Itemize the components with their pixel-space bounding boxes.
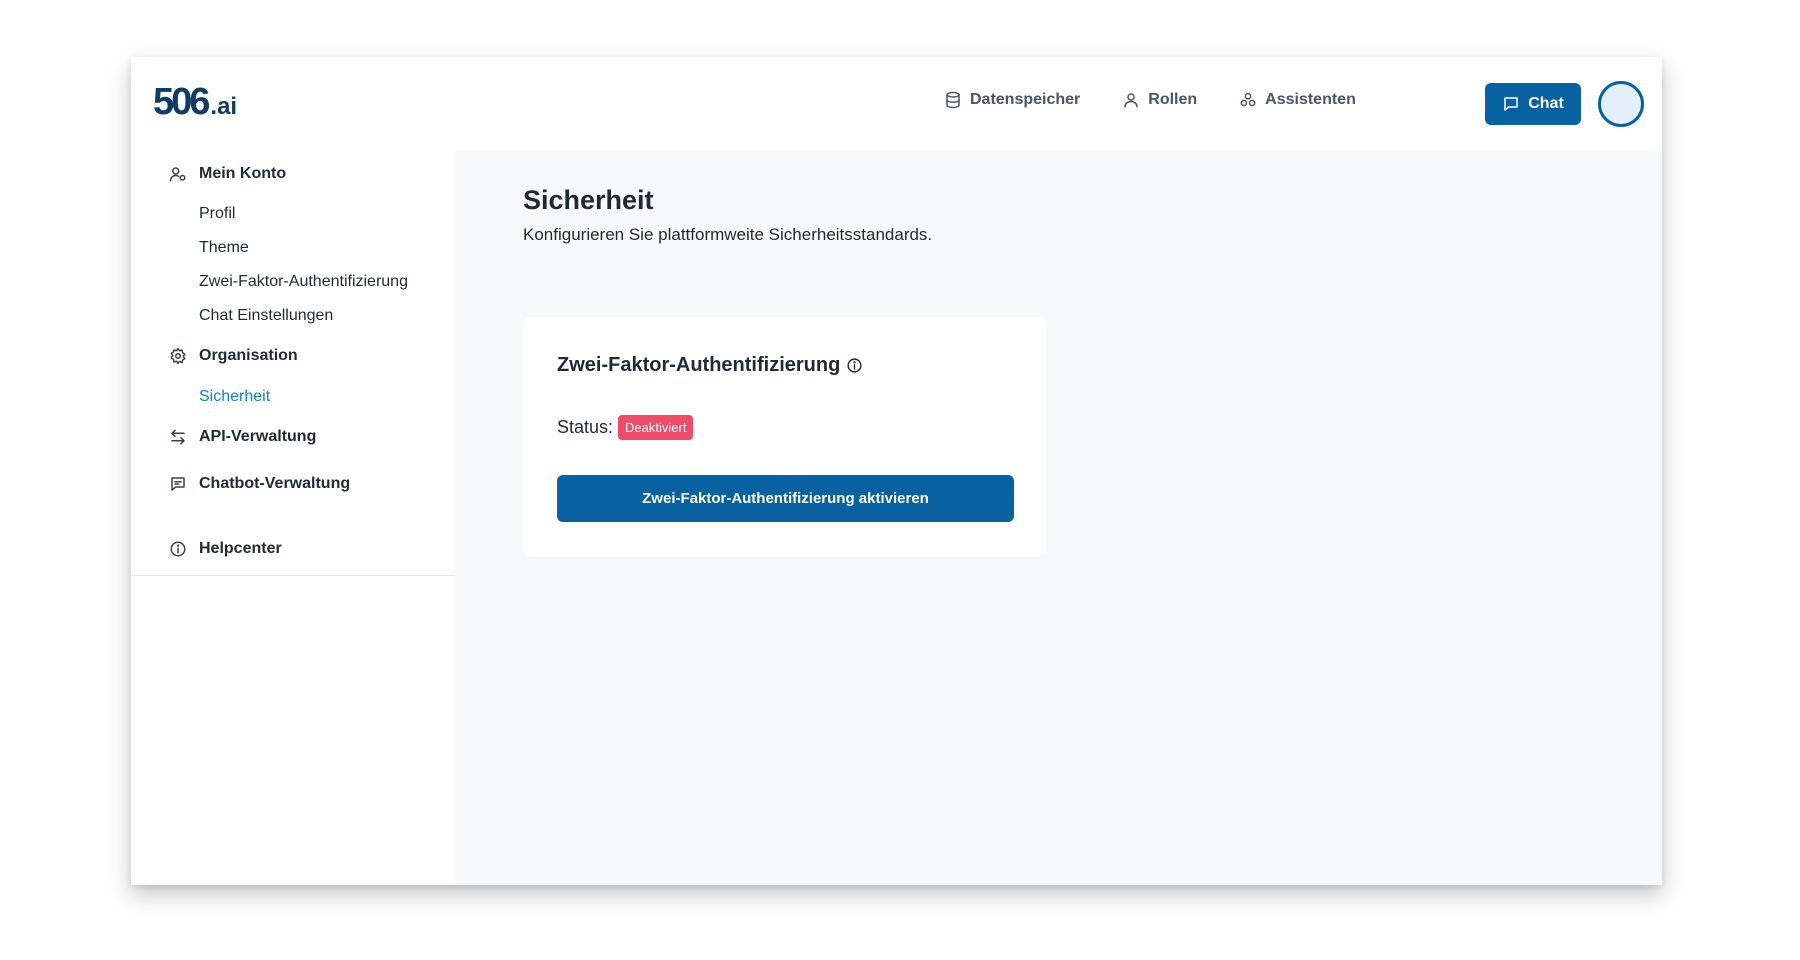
database-icon <box>944 91 962 109</box>
page-subtitle: Konfigurieren Sie plattformweite Sicherh… <box>523 225 933 244</box>
user-icon <box>1122 91 1140 109</box>
nav-rollen-label: Rollen <box>1148 91 1198 108</box>
nav-datenspeicher[interactable]: Datenspeicher <box>944 91 1080 109</box>
card-title: Zwei-Faktor-Authentifizierung <box>557 354 863 377</box>
sidebar-divider <box>131 575 455 576</box>
status-row: Status: Deaktiviert <box>557 415 694 440</box>
sidebar-item-chat-einstellungen[interactable]: Chat Einstellungen <box>199 307 333 325</box>
top-header: 506 .ai Datenspeicher Rollen Assistenten… <box>131 57 1662 151</box>
info-icon[interactable] <box>846 357 863 374</box>
chat-button[interactable]: Chat <box>1485 83 1581 125</box>
sidebar-item-two-factor[interactable]: Zwei-Faktor-Authentifizierung <box>199 273 408 291</box>
user-settings-icon <box>169 165 187 183</box>
sidebar-section-api-verwaltung[interactable]: API-Verwaltung <box>169 428 316 446</box>
logo-main-text: 506 <box>153 81 210 123</box>
status-badge: Deaktiviert <box>618 415 694 440</box>
info-icon <box>169 540 187 558</box>
arrows-exchange-icon <box>169 428 187 446</box>
gear-icon <box>169 347 187 365</box>
message-square-icon <box>169 475 187 493</box>
top-navigation: Datenspeicher Rollen Assistenten <box>944 91 1398 109</box>
nav-datenspeicher-label: Datenspeicher <box>970 91 1081 108</box>
nav-assistenten-label: Assistenten <box>1265 91 1356 108</box>
sidebar-section-label: API-Verwaltung <box>199 428 317 445</box>
user-avatar[interactable] <box>1598 81 1644 127</box>
logo-suffix-text: .ai <box>210 93 238 120</box>
chat-button-label: Chat <box>1528 95 1564 112</box>
main-content: Sicherheit Konfigurieren Sie plattformwe… <box>455 151 1662 885</box>
chat-bubble-icon <box>1502 95 1520 113</box>
sidebar-item-profil[interactable]: Profil <box>199 205 235 223</box>
status-label: Status: <box>557 417 614 437</box>
app-window: 506 .ai Datenspeicher Rollen Assistenten… <box>131 57 1662 885</box>
sidebar: Mein Konto Profil Theme Zwei-Faktor-Auth… <box>131 151 455 885</box>
sidebar-item-helpcenter[interactable]: Helpcenter <box>169 540 282 558</box>
assistants-icon <box>1239 91 1257 109</box>
activate-two-factor-button[interactable]: Zwei-Faktor-Authentifizierung aktivieren <box>557 475 1014 522</box>
sidebar-item-sicherheit[interactable]: Sicherheit <box>199 388 270 406</box>
nav-rollen[interactable]: Rollen <box>1122 91 1197 109</box>
sidebar-section-label: Organisation <box>199 347 298 364</box>
sidebar-section-organisation[interactable]: Organisation <box>169 347 298 365</box>
sidebar-section-label: Chatbot-Verwaltung <box>199 475 351 492</box>
card-title-text: Zwei-Faktor-Authentifizierung <box>557 354 841 376</box>
page-title: Sicherheit <box>523 185 654 215</box>
nav-assistenten[interactable]: Assistenten <box>1239 91 1356 109</box>
logo[interactable]: 506 .ai <box>153 83 237 121</box>
sidebar-section-chatbot-verwaltung[interactable]: Chatbot-Verwaltung <box>169 475 350 493</box>
two-factor-card: Zwei-Faktor-Authentifizierung Status: De… <box>523 317 1047 557</box>
sidebar-section-mein-konto[interactable]: Mein Konto <box>169 165 286 183</box>
sidebar-help-label: Helpcenter <box>199 540 282 557</box>
sidebar-item-theme[interactable]: Theme <box>199 239 249 257</box>
sidebar-section-label: Mein Konto <box>199 165 287 182</box>
